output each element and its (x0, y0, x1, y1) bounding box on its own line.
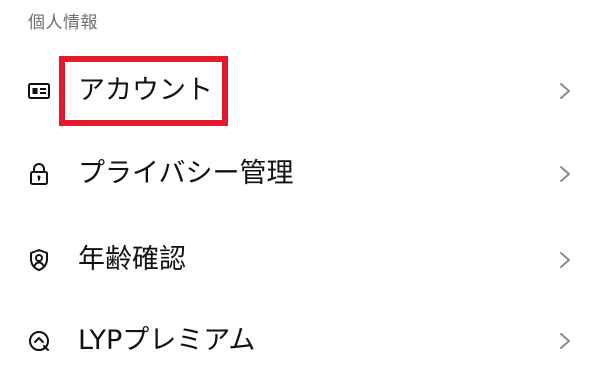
chevron-right-icon (558, 164, 572, 184)
account-label: アカウント (78, 75, 213, 106)
chevron-right-icon (558, 81, 572, 101)
lock-icon (27, 162, 51, 186)
chevron-right-icon (558, 331, 572, 351)
lyp-premium-label: LYPプレミアム (78, 325, 256, 356)
id-card-icon (27, 79, 51, 103)
age-verification-row[interactable]: 年齢確認 (0, 220, 600, 300)
privacy-row[interactable]: プライバシー管理 (0, 134, 600, 214)
premium-badge-icon (27, 329, 51, 353)
chevron-right-icon (558, 250, 572, 270)
lyp-premium-row[interactable]: LYPプレミアム (0, 301, 600, 381)
section-header: 個人情報 (28, 13, 98, 33)
age-verification-label: 年齢確認 (78, 244, 186, 275)
account-row[interactable]: アカウント (0, 51, 600, 131)
privacy-label: プライバシー管理 (78, 158, 294, 189)
shield-person-icon (27, 248, 51, 272)
